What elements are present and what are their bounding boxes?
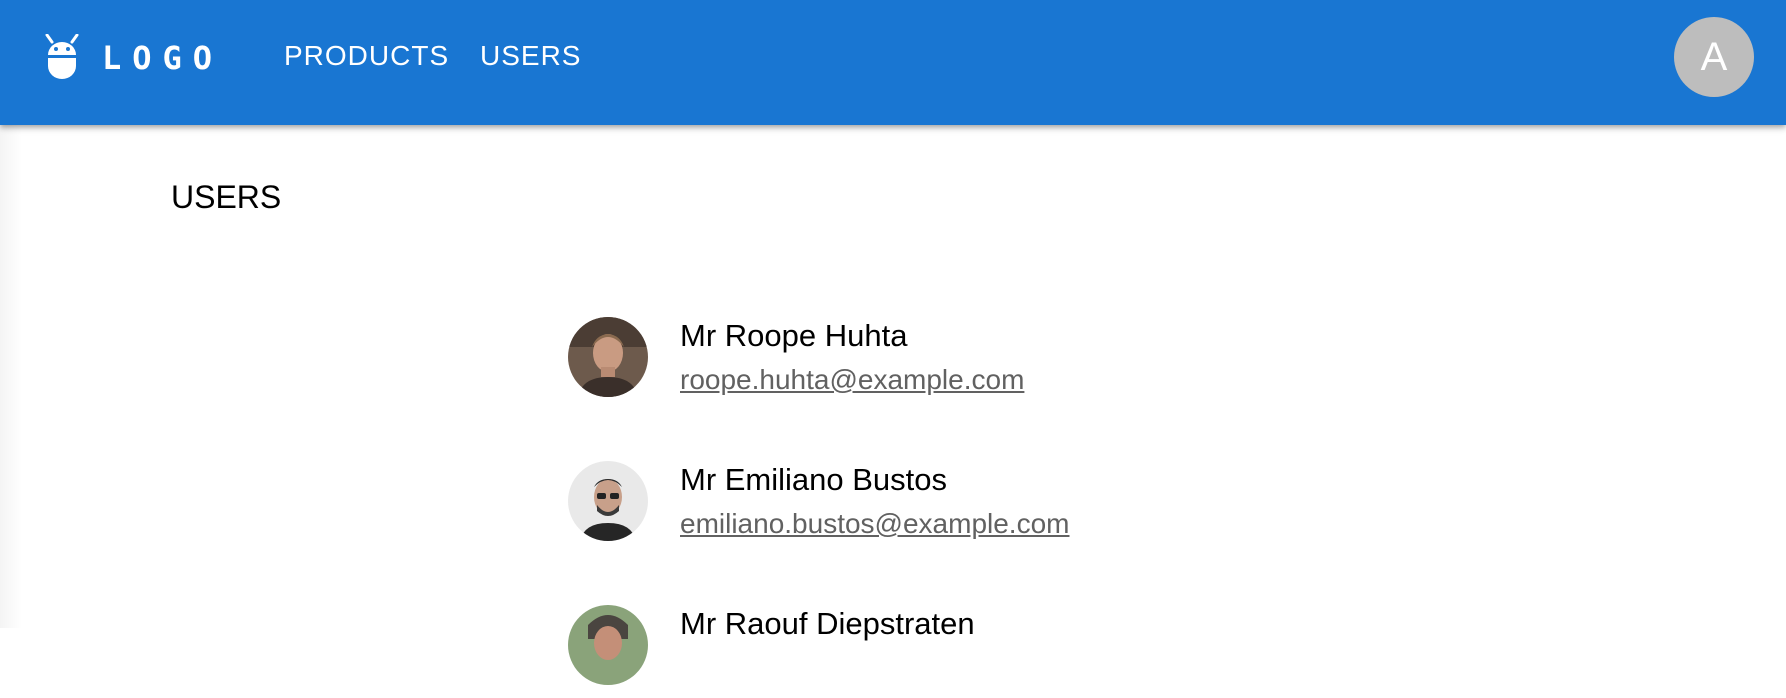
nav-products-link[interactable]: PRODUCTS xyxy=(284,38,449,74)
user-photo xyxy=(568,317,648,397)
nav-users-link[interactable]: USERS xyxy=(480,38,581,74)
user-list-item: Mr Roope Huhta roope.huhta@example.com xyxy=(568,300,1468,410)
user-email-link[interactable]: roope.huhta@example.com xyxy=(680,363,1024,397)
user-name: Mr Raouf Diepstraten xyxy=(680,606,975,641)
logo-text[interactable]: LOGO xyxy=(102,38,223,78)
user-photo xyxy=(568,605,648,685)
user-email-link[interactable]: emiliano.bustos@example.com xyxy=(680,507,1069,541)
page-title: USERS xyxy=(171,179,282,215)
android-icon[interactable] xyxy=(44,34,80,80)
user-photo xyxy=(568,461,648,541)
user-list-item: Mr Emiliano Bustos emiliano.bustos@examp… xyxy=(568,444,1468,554)
user-name: Mr Emiliano Bustos xyxy=(680,462,948,497)
page-edge-shadow xyxy=(0,125,22,628)
user-avatar xyxy=(568,317,648,397)
user-avatar xyxy=(568,605,648,685)
account-avatar[interactable]: A xyxy=(1674,17,1754,97)
user-list-item: Mr Raouf Diepstraten xyxy=(568,588,1468,698)
user-name: Mr Roope Huhta xyxy=(680,318,908,353)
user-avatar xyxy=(568,461,648,541)
app-bar: LOGO PRODUCTS USERS A xyxy=(0,0,1786,125)
